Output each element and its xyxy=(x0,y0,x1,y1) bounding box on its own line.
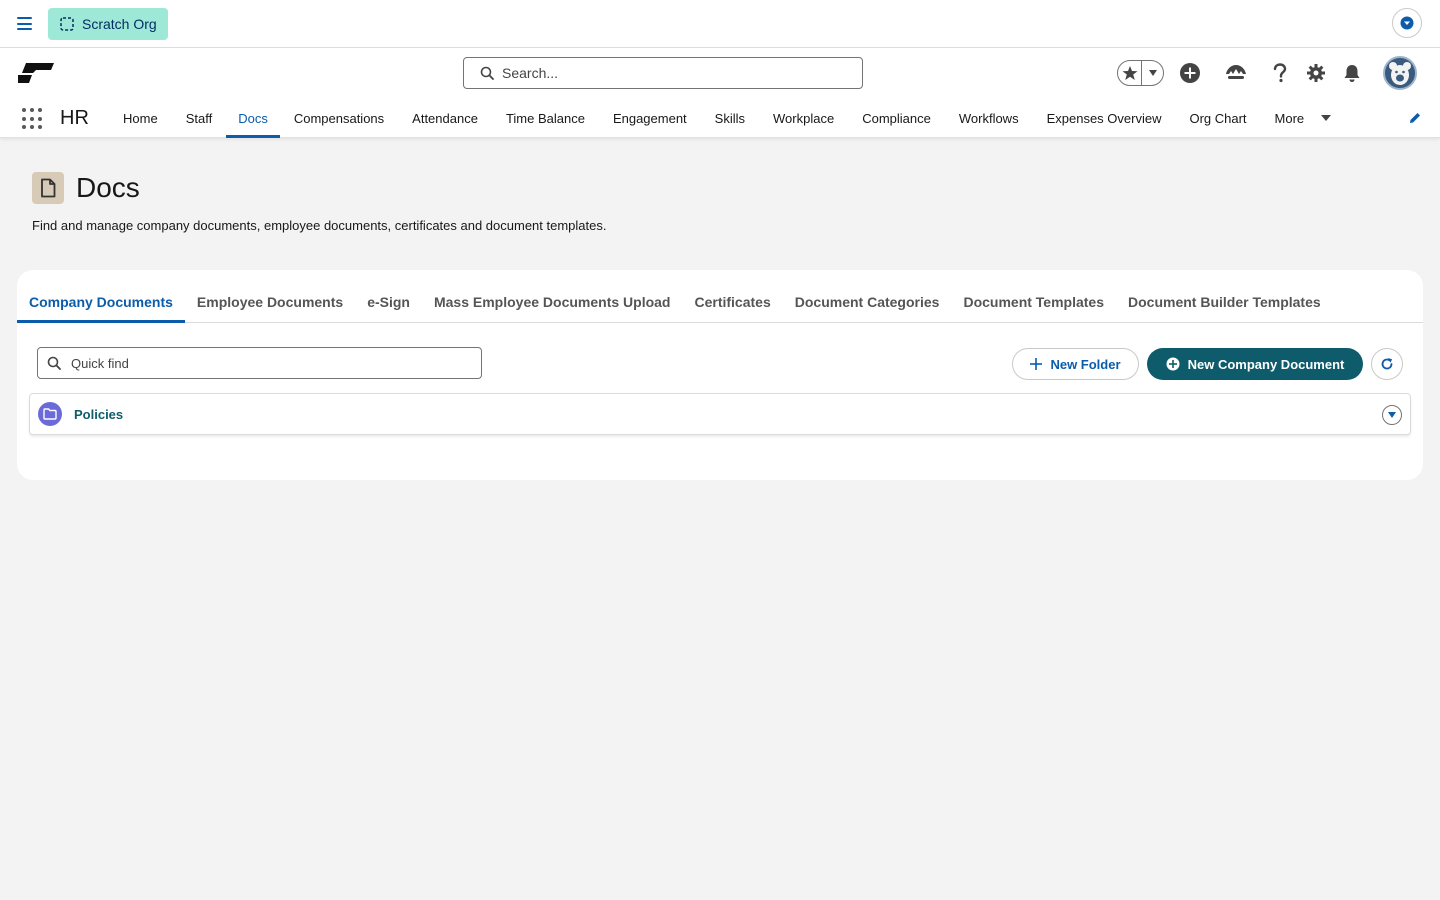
setup-gear-icon xyxy=(1307,64,1325,82)
setup-button[interactable] xyxy=(1305,62,1327,84)
tab-mass-employee-documents-upload[interactable]: Mass Employee Documents Upload xyxy=(422,282,683,322)
global-header: Search... xyxy=(0,48,1440,98)
tab-certificates[interactable]: Certificates xyxy=(682,282,782,322)
tab-employee-documents[interactable]: Employee Documents xyxy=(185,282,355,322)
nav-item-home[interactable]: Home xyxy=(109,98,172,138)
nav-item-docs[interactable]: Docs xyxy=(226,98,280,138)
avatar-bear-icon xyxy=(1389,62,1411,85)
nav-item-workflows[interactable]: Workflows xyxy=(945,98,1033,138)
folder-actions-button[interactable] xyxy=(1382,405,1402,425)
nav-more-label: More xyxy=(1274,110,1305,126)
nav-item-attendance[interactable]: Attendance xyxy=(398,98,492,138)
page-description: Find and manage company documents, emplo… xyxy=(32,218,607,233)
new-folder-label: New Folder xyxy=(1050,356,1121,372)
app-navigation-bar: HR Home Staff Docs Compensations Attenda… xyxy=(0,98,1440,138)
app-name: HR xyxy=(60,107,89,129)
trailhead-icon xyxy=(1226,65,1246,79)
user-avatar[interactable] xyxy=(1383,56,1417,90)
company-logo[interactable] xyxy=(18,61,54,90)
scratch-org-badge[interactable]: Scratch Org xyxy=(48,8,168,40)
nav-item-org-chart[interactable]: Org Chart xyxy=(1175,98,1260,138)
documents-card: Company Documents Employee Documents e-S… xyxy=(17,270,1423,480)
plus-icon xyxy=(1030,358,1043,370)
pencil-icon xyxy=(1410,113,1420,123)
chevron-down-icon xyxy=(1400,16,1414,30)
page-title: Docs xyxy=(76,172,140,203)
nav-more-menu[interactable]: More xyxy=(1261,98,1347,138)
help-button[interactable] xyxy=(1269,62,1291,84)
app-launcher-icon[interactable] xyxy=(22,108,44,130)
folder-icon xyxy=(38,402,62,426)
nav-items: Home Staff Docs Compensations Attendance… xyxy=(109,98,1346,138)
document-tabs: Company Documents Employee Documents e-S… xyxy=(17,282,1423,323)
notification-bell-icon xyxy=(1344,65,1360,82)
caret-down-icon xyxy=(1321,115,1332,121)
new-folder-button[interactable]: New Folder xyxy=(1012,348,1139,380)
tab-document-templates[interactable]: Document Templates xyxy=(951,282,1116,322)
refresh-button[interactable] xyxy=(1371,348,1403,380)
tab-document-builder-templates[interactable]: Document Builder Templates xyxy=(1116,282,1333,322)
folder-row[interactable]: Policies xyxy=(29,393,1411,435)
org-dashed-box-icon xyxy=(60,17,74,31)
menu-icon[interactable] xyxy=(17,17,32,30)
org-label: Scratch Org xyxy=(82,16,157,32)
search-icon xyxy=(480,66,494,80)
add-circle-icon xyxy=(1166,357,1180,371)
favorites-group xyxy=(1117,60,1164,86)
org-menu-button[interactable] xyxy=(1392,8,1422,38)
new-company-document-button[interactable]: New Company Document xyxy=(1147,348,1363,380)
global-search-placeholder: Search... xyxy=(502,65,559,81)
star-icon xyxy=(1122,66,1137,80)
nav-item-compensations[interactable]: Compensations xyxy=(280,98,398,138)
add-icon xyxy=(1180,63,1200,83)
edit-nav-button[interactable] xyxy=(1408,111,1422,130)
nav-item-expenses-overview[interactable]: Expenses Overview xyxy=(1033,98,1176,138)
tab-company-documents[interactable]: Company Documents xyxy=(17,282,185,323)
top-bar: Scratch Org xyxy=(0,0,1440,48)
tab-document-categories[interactable]: Document Categories xyxy=(783,282,952,322)
folder-name[interactable]: Policies xyxy=(74,407,123,422)
new-company-document-label: New Company Document xyxy=(1187,356,1345,372)
nav-item-compliance[interactable]: Compliance xyxy=(848,98,945,138)
quick-find-placeholder: Quick find xyxy=(71,355,129,371)
nav-item-time-balance[interactable]: Time Balance xyxy=(492,98,599,138)
chevron-down-icon xyxy=(1388,412,1396,418)
trailhead-button[interactable] xyxy=(1225,62,1247,84)
refresh-icon xyxy=(1381,358,1393,370)
favorites-list-button[interactable] xyxy=(1142,69,1163,77)
tab-e-sign[interactable]: e-Sign xyxy=(355,282,422,322)
nav-item-workplace[interactable]: Workplace xyxy=(759,98,848,138)
logo-icon xyxy=(18,63,54,83)
notifications-button[interactable] xyxy=(1341,62,1363,84)
quick-find-input[interactable]: Quick find xyxy=(37,347,482,379)
global-actions-button[interactable] xyxy=(1179,62,1201,84)
caret-down-icon xyxy=(1148,70,1157,76)
help-icon xyxy=(1273,63,1287,83)
document-icon xyxy=(32,172,64,204)
global-search-input[interactable]: Search... xyxy=(463,57,863,89)
search-icon xyxy=(47,356,61,370)
nav-item-engagement[interactable]: Engagement xyxy=(599,98,701,138)
favorites-button[interactable] xyxy=(1118,61,1142,85)
nav-item-staff[interactable]: Staff xyxy=(172,98,227,138)
nav-item-skills[interactable]: Skills xyxy=(701,98,759,138)
